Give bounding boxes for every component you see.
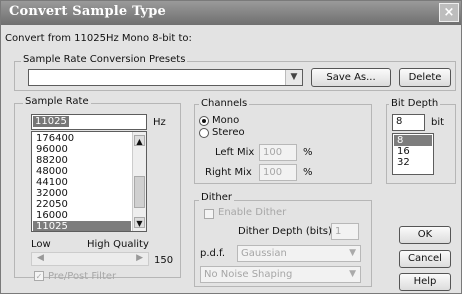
list-item[interactable]: 88200: [33, 155, 131, 166]
scroll-thumb[interactable]: [134, 176, 145, 208]
list-item[interactable]: 96000: [33, 144, 131, 155]
left-mix-input[interactable]: 100: [259, 144, 297, 161]
noise-shaping-dropdown[interactable]: No Noise Shaping ▼: [200, 266, 361, 283]
sample-rate-value: 11025: [33, 116, 69, 127]
bit-depth-list[interactable]: 8 16 32: [392, 133, 434, 175]
pdf-label: p.d.f.: [200, 248, 226, 259]
ok-button[interactable]: OK: [399, 226, 451, 244]
help-button[interactable]: Help: [399, 273, 451, 291]
enable-dither-label: Enable Dither: [218, 207, 287, 218]
right-mix-input[interactable]: 100: [259, 164, 297, 181]
chevron-down-icon[interactable]: ▼: [349, 246, 356, 261]
quality-value: 150: [154, 255, 174, 266]
list-item[interactable]: 44100: [33, 177, 131, 188]
mono-radio[interactable]: [199, 116, 209, 126]
channels-label: Channels: [199, 98, 250, 109]
slider-left-icon[interactable]: ◀: [37, 253, 44, 263]
enable-dither-checkbox[interactable]: [204, 209, 214, 219]
dither-label: Dither: [199, 192, 235, 203]
presets-label: Sample Rate Conversion Presets: [21, 54, 188, 65]
scroll-down-icon[interactable]: ▼: [134, 217, 145, 228]
pdf-dropdown[interactable]: Gaussian ▼: [237, 245, 361, 262]
pdf-value: Gaussian: [241, 248, 287, 259]
bit-depth-input[interactable]: 8: [392, 114, 425, 131]
left-mix-label: Left Mix: [215, 147, 255, 158]
convert-sample-type-dialog: Convert Sample Type × Convert from 11025…: [0, 0, 462, 294]
bit-unit: bit: [431, 117, 445, 128]
bit-depth-value: 8: [396, 116, 403, 127]
right-mix-label: Right Mix: [205, 167, 252, 178]
close-icon[interactable]: ×: [439, 3, 459, 22]
list-item[interactable]: 16000: [33, 210, 131, 221]
stereo-radio[interactable]: [199, 128, 209, 138]
sample-rate-scrollbar[interactable]: ▲ ▼: [132, 132, 146, 231]
list-item[interactable]: 32000: [33, 188, 131, 199]
high-quality-label: High Quality: [87, 239, 149, 250]
list-item[interactable]: 8: [394, 135, 432, 146]
hz-unit: Hz: [153, 117, 166, 128]
right-mix-percent: %: [303, 167, 313, 178]
bit-depth-label: Bit Depth: [389, 98, 441, 109]
left-mix-percent: %: [303, 147, 313, 158]
title-bar: Convert Sample Type ×: [1, 1, 461, 25]
list-item[interactable]: 176400: [33, 133, 131, 144]
chevron-down-icon[interactable]: ▼: [349, 267, 356, 282]
noise-shaping-value: No Noise Shaping: [204, 269, 293, 280]
list-item[interactable]: 16: [394, 146, 432, 157]
save-as-button[interactable]: Save As...: [311, 68, 391, 87]
list-item[interactable]: 32: [394, 157, 432, 168]
chevron-down-icon[interactable]: ▼: [285, 70, 302, 85]
scroll-up-icon[interactable]: ▲: [134, 135, 145, 146]
delete-button[interactable]: Delete: [399, 68, 451, 87]
prepost-filter-checkbox[interactable]: ✓: [34, 271, 44, 281]
mono-label: Mono: [212, 115, 240, 126]
dither-depth-label: Dither Depth (bits): [238, 226, 332, 237]
convert-from-heading: Convert from 11025Hz Mono 8-bit to:: [5, 33, 192, 44]
prepost-filter-label: Pre/Post Filter: [48, 271, 117, 282]
list-item[interactable]: 11025: [33, 221, 131, 231]
window-title: Convert Sample Type: [9, 4, 167, 19]
slider-right-icon[interactable]: ▶: [136, 253, 143, 263]
stereo-label: Stereo: [212, 127, 245, 138]
quality-slider[interactable]: ◀ ▶: [31, 252, 149, 266]
list-item[interactable]: 48000: [33, 166, 131, 177]
sample-rate-label: Sample Rate: [23, 96, 91, 107]
sample-rate-input[interactable]: 11025: [31, 114, 147, 130]
dither-depth-input[interactable]: 1: [331, 223, 359, 240]
cancel-button[interactable]: Cancel: [399, 250, 451, 268]
sample-rate-list[interactable]: 176400 96000 88200 48000 44100 32000 22050 1600…: [31, 131, 147, 232]
presets-dropdown[interactable]: ▼: [28, 69, 303, 86]
list-item[interactable]: 22050: [33, 199, 131, 210]
low-label: Low: [31, 239, 51, 250]
